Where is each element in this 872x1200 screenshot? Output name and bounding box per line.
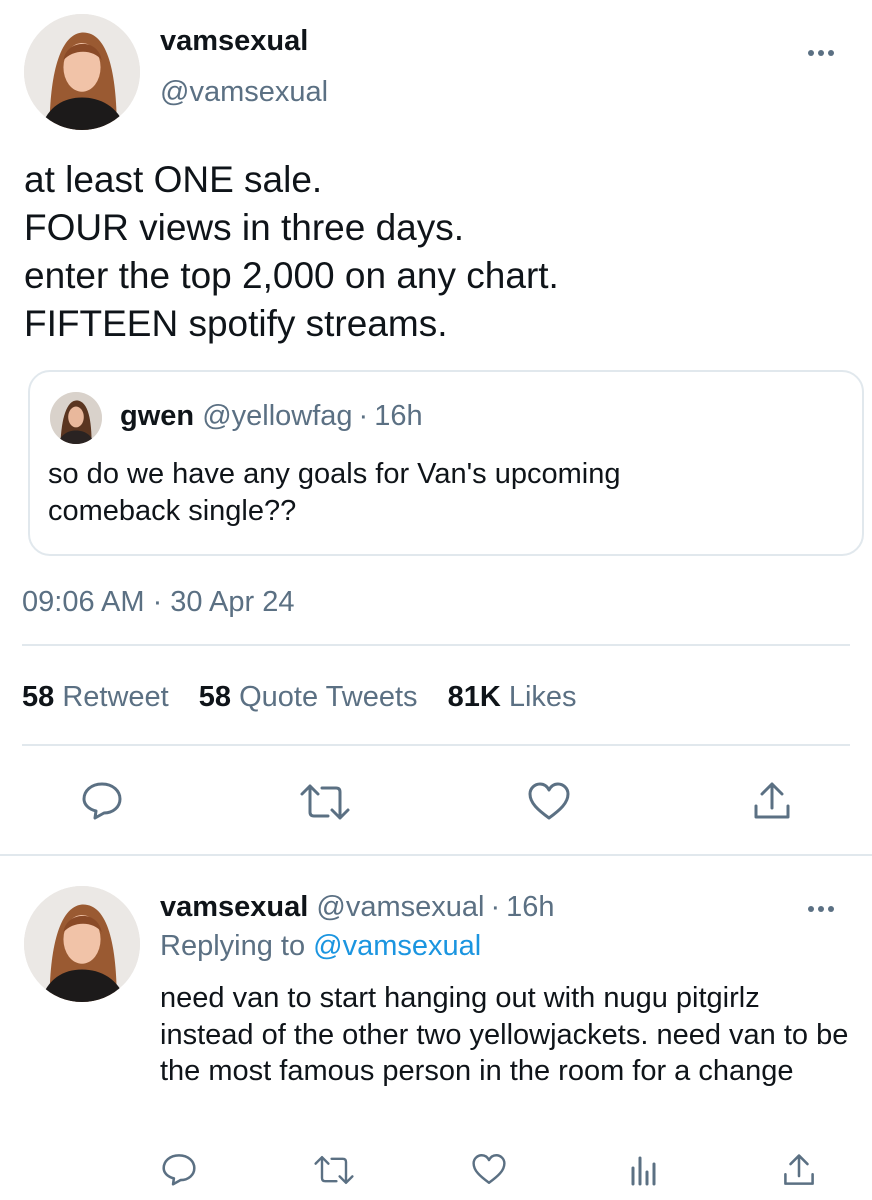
like-icon[interactable] (470, 1152, 508, 1186)
tweet-stats: 58 Retweet 58 Quote Tweets 81K Likes (22, 678, 577, 716)
author-handle[interactable]: @vamsexual (160, 75, 328, 109)
more-horizontal-icon[interactable] (806, 44, 836, 62)
avatar[interactable] (24, 14, 140, 130)
quoted-author-name[interactable]: gwen (120, 400, 194, 432)
quote-count: 58 (198, 681, 232, 713)
reply-author-handle[interactable]: @vamsexual (316, 891, 484, 923)
reply-text: need van to start hanging out with nugu … (160, 982, 849, 1087)
reply-avatar[interactable] (24, 886, 140, 1002)
tweet-line: at least ONE sale. (24, 159, 323, 200)
replying-handle-link[interactable]: @vamsexual (313, 930, 481, 962)
share-icon[interactable] (782, 1152, 816, 1188)
separator-dot: · (490, 891, 501, 923)
like-icon[interactable] (526, 780, 572, 822)
more-horizontal-icon[interactable] (806, 900, 836, 918)
replying-to: Replying to @vamsexual (160, 928, 481, 964)
reply-header: vamsexual @vamsexual · 16h (160, 889, 555, 925)
retweet-icon[interactable] (298, 782, 352, 822)
likes-label: Likes (508, 681, 577, 713)
reply-time[interactable]: 16h (506, 891, 554, 923)
tweet-line: FOUR views in three days. (24, 207, 465, 248)
divider (22, 644, 850, 646)
quoted-text: so do we have any goals for Van's upcomi… (48, 458, 621, 527)
section-divider (0, 854, 872, 856)
retweet-icon[interactable] (312, 1154, 356, 1186)
analytics-icon[interactable] (628, 1152, 660, 1186)
quoted-author-handle[interactable]: @yellowfag (202, 400, 352, 432)
author-name[interactable]: vamsexual (160, 24, 308, 58)
tweet-line: FIFTEEN spotify streams. (24, 303, 448, 344)
reply-author-name[interactable]: vamsexual (160, 891, 308, 923)
separator-dot: · (358, 400, 369, 432)
quoted-tweet-card[interactable]: gwen @yellowfag · 16h so do we have any go… (28, 370, 864, 556)
retweet-stat[interactable]: 58 Retweet (22, 681, 177, 713)
retweet-label: Retweet (62, 681, 169, 713)
quoted-header: gwen @yellowfag · 16h (120, 398, 423, 434)
retweet-count: 58 (22, 681, 55, 713)
tweet-line: enter the top 2,000 on any chart. (24, 255, 559, 296)
reply-icon[interactable] (80, 780, 124, 820)
tweet-text: at least ONE sale. FOUR views in three d… (24, 156, 559, 348)
tweet-timestamp[interactable]: 09:06 AM · 30 Apr 24 (22, 585, 294, 619)
quoted-avatar[interactable] (50, 392, 102, 444)
quote-stat[interactable]: 58 Quote Tweets (199, 681, 426, 713)
likes-count: 81K (447, 681, 501, 713)
replying-prefix: Replying to (160, 930, 306, 962)
quote-label: Quote Tweets (239, 681, 418, 713)
share-icon[interactable] (752, 780, 792, 822)
reply-icon[interactable] (160, 1152, 198, 1186)
quoted-time[interactable]: 16h (374, 400, 422, 432)
likes-stat[interactable]: 81K Likes (448, 681, 577, 713)
divider (22, 744, 850, 746)
